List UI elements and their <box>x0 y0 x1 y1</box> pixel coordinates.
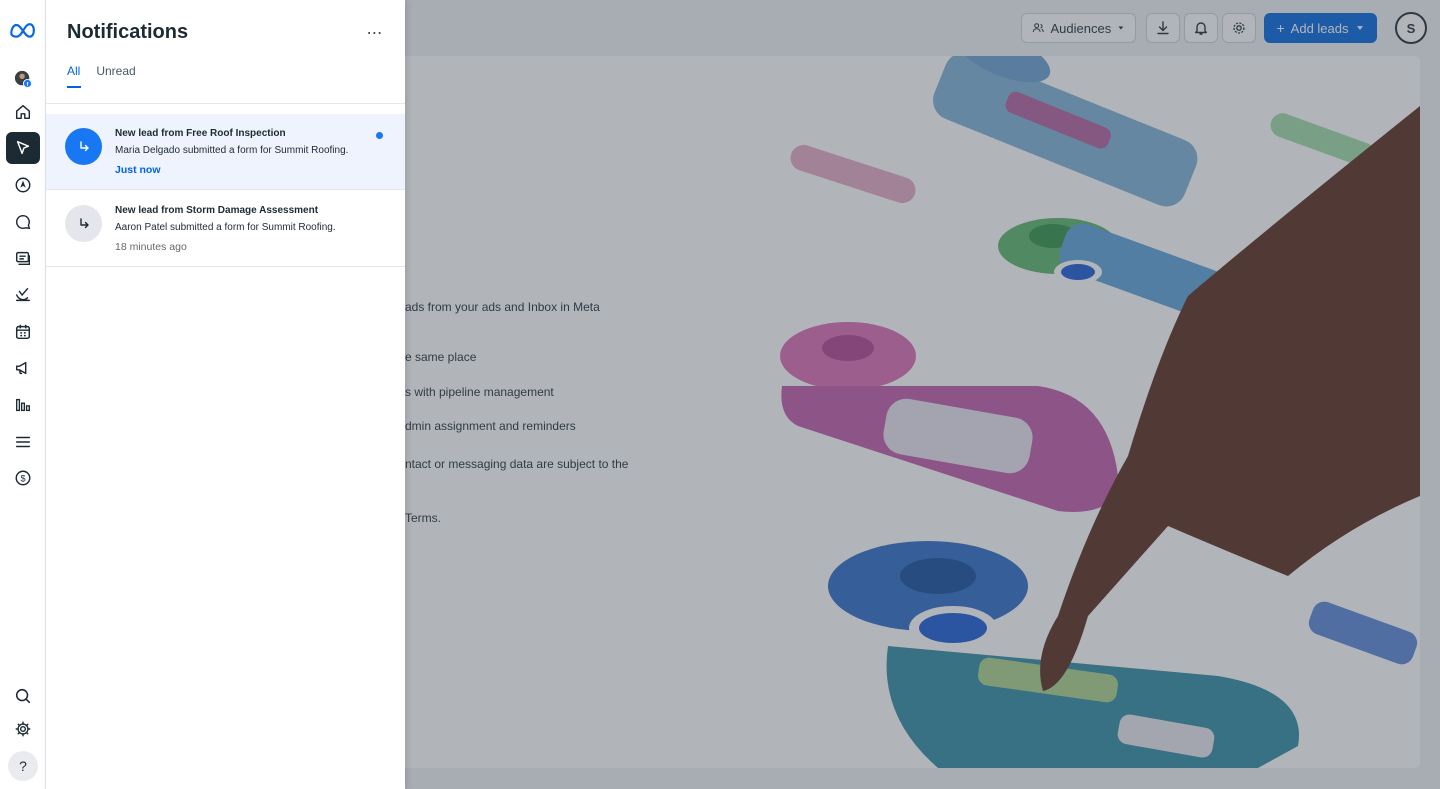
menu-icon[interactable] <box>6 426 40 458</box>
more-options-button[interactable]: ⋯ <box>362 22 388 44</box>
notification-time: 18 minutes ago <box>115 241 187 253</box>
ads-megaphone-icon[interactable] <box>6 352 40 384</box>
unread-dot <box>376 132 383 139</box>
notification-tabs: All Unread <box>67 64 136 88</box>
notification-body: Aaron Patel submitted a form for Summit … <box>115 222 336 233</box>
notification-time: Just now <box>115 164 161 176</box>
billing-icon[interactable]: $ <box>6 462 40 494</box>
svg-text:$: $ <box>20 474 25 484</box>
leads-icon[interactable] <box>6 132 40 164</box>
notification-item[interactable]: New lead from Free Roof Inspection Maria… <box>46 114 405 190</box>
notification-item[interactable]: New lead from Storm Damage Assessment Aa… <box>46 191 405 267</box>
svg-text:f: f <box>27 82 29 88</box>
notification-title: New lead from Storm Damage Assessment <box>115 205 319 216</box>
home-icon[interactable] <box>6 96 40 128</box>
more-horizontal-icon: ⋯ <box>366 25 384 42</box>
lead-arrow-icon <box>65 128 102 165</box>
planner-icon[interactable] <box>6 279 40 311</box>
notification-body: Maria Delgado submitted a form for Summi… <box>115 145 349 156</box>
chat-icon[interactable] <box>6 206 40 238</box>
left-nav-rail: f $ ? <box>0 0 46 789</box>
settings-icon[interactable] <box>6 713 40 745</box>
notification-title: New lead from Free Roof Inspection <box>115 128 286 139</box>
notifications-panel: Notifications ⋯ All Unread New lead from… <box>46 0 405 789</box>
panel-title: Notifications <box>67 21 189 43</box>
compass-icon[interactable] <box>6 169 40 201</box>
meta-logo-icon[interactable] <box>6 14 40 46</box>
tab-unread[interactable]: Unread <box>96 64 135 86</box>
tabs-divider <box>46 103 405 104</box>
profile-avatar-icon[interactable]: f <box>6 63 40 95</box>
lead-arrow-icon <box>65 205 102 242</box>
help-button[interactable]: ? <box>8 751 38 781</box>
content-icon[interactable] <box>6 242 40 274</box>
calendar-icon[interactable] <box>6 316 40 348</box>
search-icon[interactable] <box>6 680 40 712</box>
help-icon: ? <box>19 758 27 774</box>
insights-icon[interactable] <box>6 389 40 421</box>
tab-all[interactable]: All <box>67 64 82 88</box>
